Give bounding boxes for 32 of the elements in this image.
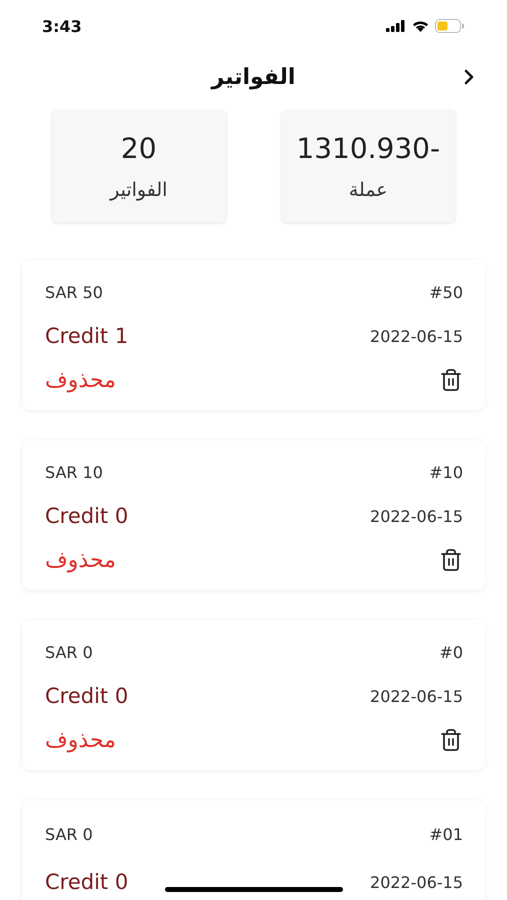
invoice-date: 2022-06-15 — [370, 326, 463, 346]
signal-icon — [386, 20, 406, 32]
trash-icon[interactable] — [439, 548, 463, 572]
status-time: 3:43 — [42, 16, 82, 36]
invoice-number: #0 — [439, 642, 463, 662]
invoice-date: 2022-06-15 — [370, 506, 463, 526]
customer-name: Credit 0 — [45, 684, 128, 708]
invoice-card[interactable]: SAR 0 #01 Credit 0 2022-06-15 — [22, 800, 485, 900]
wifi-icon — [412, 20, 429, 32]
stat-label: عملة — [348, 178, 388, 200]
customer-name: Credit 0 — [45, 870, 128, 894]
invoice-amount: SAR 50 — [45, 282, 103, 302]
invoice-date: 2022-06-15 — [370, 686, 463, 706]
stat-label: الفواتير — [110, 178, 168, 200]
battery-icon — [435, 19, 465, 33]
invoice-number: #10 — [429, 462, 463, 482]
invoice-amount: SAR 0 — [45, 642, 93, 662]
stat-value: 1310.930- — [296, 132, 440, 164]
deleted-status: محذوف — [45, 368, 116, 392]
deleted-status: محذوف — [45, 728, 116, 752]
stat-value: 20 — [120, 132, 157, 164]
trash-icon[interactable] — [439, 728, 463, 752]
invoice-amount: SAR 10 — [45, 462, 103, 482]
trash-icon[interactable] — [439, 368, 463, 392]
invoice-amount: SAR 0 — [45, 824, 93, 844]
customer-name: Credit 0 — [45, 504, 128, 528]
invoice-date: 2022-06-15 — [370, 872, 463, 892]
customer-name: Credit 1 — [45, 324, 128, 348]
invoice-number: #01 — [429, 824, 463, 844]
deleted-status: محذوف — [45, 548, 116, 572]
page-title: الفواتير — [212, 64, 296, 90]
invoice-number: #50 — [429, 282, 463, 302]
